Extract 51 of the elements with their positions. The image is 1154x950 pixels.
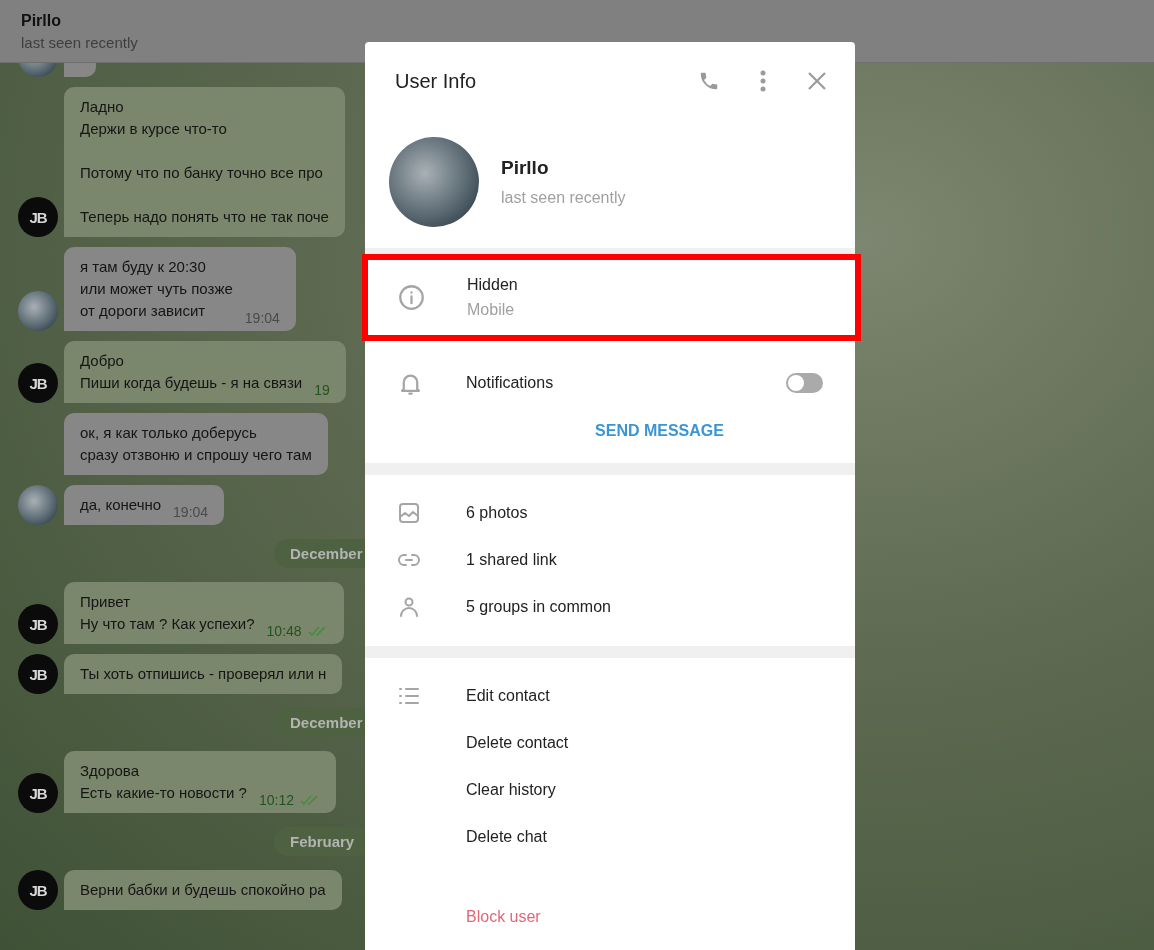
message-text: сразу отзвоню и спрошу чего там — [80, 445, 312, 465]
message-text: ок, я как только доберусь — [80, 423, 258, 443]
message-text: Ты хоть отпишись - проверял или н — [80, 664, 327, 684]
message-text: Держи в курсе что-то — [80, 119, 228, 139]
message-text: да, конечно — [80, 495, 162, 515]
avatar-logo: JB — [18, 604, 58, 644]
message-text: Пиши когда будешь - я на связи — [80, 373, 303, 393]
message-text: Ну что там ? Как успехи? — [80, 614, 255, 634]
action-item[interactable]: Delete chat — [466, 827, 547, 846]
media-item[interactable]: 6 photos — [466, 503, 528, 522]
message-time: 19 — [314, 382, 330, 398]
message-text: Здорова — [80, 761, 140, 781]
action-item[interactable]: Clear history — [466, 780, 556, 799]
notifications-label: Notifications — [466, 374, 554, 392]
profile-name: Pirllo — [501, 157, 550, 179]
avatar-logo: JB — [18, 773, 58, 813]
message-time: 10:48 — [266, 623, 302, 639]
double-check-icon — [300, 794, 320, 806]
action-item[interactable]: Edit contact — [466, 686, 550, 705]
avatar-logo: JB — [18, 197, 58, 237]
action-item[interactable]: Delete contact — [466, 733, 569, 752]
message-text: Привет — [80, 592, 132, 612]
message-time: 19:04 — [173, 504, 209, 520]
phone-label: Mobile — [467, 301, 516, 319]
message-text: Теперь надо понять что не так поче — [80, 207, 329, 227]
chat-status: last seen recently — [21, 33, 139, 51]
phone-value: Hidden — [467, 276, 518, 294]
message-text: Есть какие-то новости ? — [80, 783, 247, 803]
info-icon — [398, 284, 425, 311]
image-icon — [397, 500, 421, 525]
media-item[interactable]: 5 groups in common — [466, 597, 611, 616]
chat-title: Pirllo — [21, 11, 62, 30]
message-time: 19:04 — [244, 310, 280, 326]
dialog-title: User Info — [395, 69, 478, 93]
message-text: или может чуть позже — [80, 279, 233, 299]
message-text: Верни бабки и будешь спокойно ра — [80, 880, 326, 900]
message-time: 10:12 — [258, 792, 294, 808]
avatar-photo — [18, 485, 58, 525]
media-item[interactable]: 1 shared link — [466, 550, 557, 569]
avatar-logo: JB — [18, 870, 58, 910]
message-text: Потому что по банку точно все про — [80, 163, 324, 183]
message-text: от дороги зависит — [80, 301, 207, 321]
profile-status: last seen recently — [501, 189, 626, 207]
avatar-photo — [18, 291, 58, 331]
avatar-logo: JB — [18, 363, 58, 403]
avatar-logo: JB — [18, 654, 58, 694]
message-text: Добро — [80, 351, 125, 371]
message-text: Ладно — [80, 97, 125, 117]
message-text: я там буду к 20:30 — [80, 257, 207, 277]
double-check-icon — [307, 625, 328, 637]
notifications-toggle[interactable] — [786, 373, 823, 393]
